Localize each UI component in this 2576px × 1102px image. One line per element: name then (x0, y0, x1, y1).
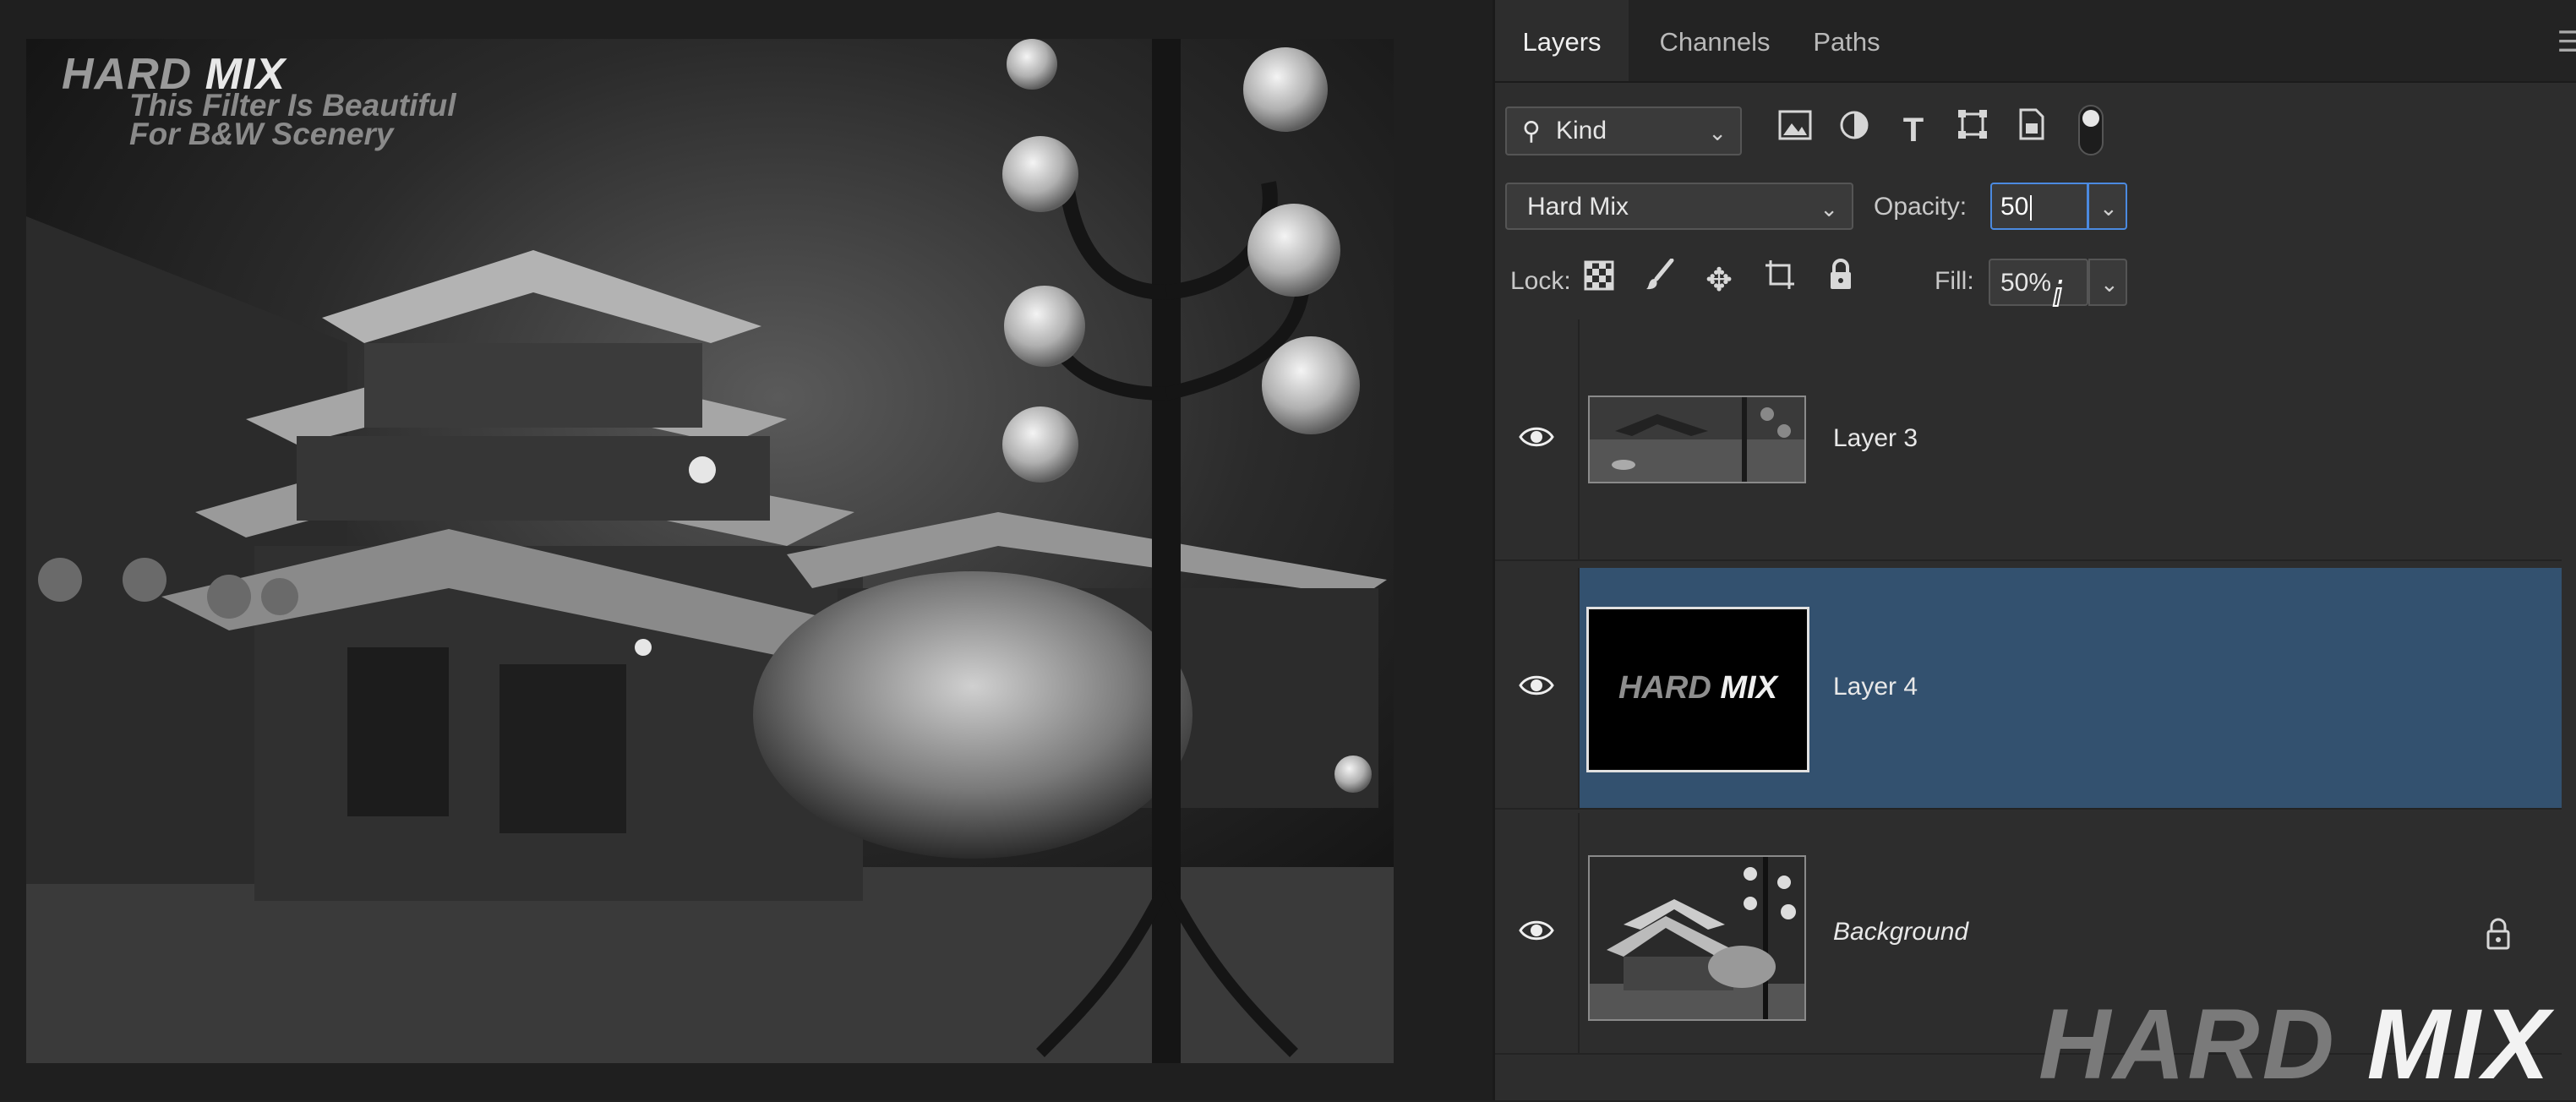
fill-input[interactable]: 50% ⅈ (1989, 259, 2088, 314)
eye-icon[interactable] (1519, 918, 1554, 943)
filter-toggle-switch[interactable] (2078, 105, 2104, 155)
text-cursor-icon: ⅈ (2051, 275, 2064, 314)
lock-position-move-icon[interactable]: ✥ (1698, 259, 1740, 303)
watermark-hard: HARD (2038, 989, 2337, 1100)
shape-filter-icon[interactable] (1951, 108, 1994, 152)
lock-all-icon[interactable] (1820, 259, 1862, 303)
visibility-column (1495, 319, 1580, 559)
filter-kind-label: Kind (1556, 117, 1607, 145)
temple-scene-illustration (26, 39, 1394, 1063)
layer-3-thumbnail (1588, 396, 1806, 483)
type-filter-icon[interactable]: T (1892, 108, 1935, 152)
thumb-text-mix: MIX (1720, 670, 1777, 706)
overlay-subtitle-line2: For B&W Scenery (129, 117, 394, 151)
artwork-image[interactable]: HARD MIX This Filter Is Beautiful For B&… (26, 39, 1394, 1063)
blend-mode-dropdown[interactable]: Hard Mix ⌄ (1505, 183, 1853, 230)
opacity-label: Opacity: (1874, 193, 1967, 221)
lock-transparent-pixels-icon[interactable] (1578, 259, 1620, 303)
blend-mode-value: Hard Mix (1527, 193, 1629, 221)
filter-kind-dropdown[interactable]: ⚲ Kind ⌄ (1505, 106, 1742, 155)
eye-icon[interactable] (1519, 673, 1554, 698)
layer-3-name[interactable]: Layer 3 (1833, 424, 1918, 453)
background-lock-icon (2486, 918, 2511, 957)
layer-row-layer-3[interactable]: Layer 3 (1495, 319, 2562, 561)
lock-artboard-crop-icon[interactable] (1759, 259, 1801, 303)
eye-icon[interactable] (1519, 424, 1554, 450)
watermark-mix: MIX (2366, 989, 2552, 1100)
chevron-down-icon: ⌄ (1708, 120, 1727, 145)
layer-row-layer-4[interactable]: HARD MIX Layer 4 (1495, 568, 2562, 810)
background-thumbnail (1588, 855, 1806, 1021)
opacity-dropdown-button[interactable]: ⌄ (2088, 183, 2127, 230)
chevron-down-icon: ⌄ (1820, 196, 1838, 221)
smart-object-filter-icon[interactable] (2011, 108, 2053, 152)
layer-4-thumbnail: HARD MIX (1586, 607, 1809, 772)
search-icon: ⚲ (1522, 117, 1541, 145)
chevron-down-icon: ⌄ (2100, 271, 2119, 297)
background-layer-name[interactable]: Background (1833, 918, 1968, 947)
thumb-text-hard: HARD (1618, 670, 1711, 706)
adjustment-filter-icon[interactable] (1833, 108, 1875, 152)
lock-label: Lock: (1510, 267, 1571, 295)
layer-4-thumbnail-text: HARD MIX (1589, 670, 1807, 706)
document-canvas-area[interactable]: HARD MIX This Filter Is Beautiful For B&… (0, 0, 1493, 1100)
visibility-column (1495, 813, 1580, 1053)
image-filter-icon[interactable] (1774, 108, 1816, 152)
lock-image-pixels-brush-icon[interactable] (1639, 258, 1681, 303)
layer-4-name[interactable]: Layer 4 (1833, 673, 1918, 701)
visibility-column (1495, 568, 1580, 808)
fill-value: 50% (2000, 269, 2052, 297)
hard-mix-watermark: HARD MIX (2038, 987, 2551, 1102)
opacity-value: 50 (2000, 193, 2029, 221)
tab-paths[interactable]: Paths (1796, 0, 1897, 81)
fill-label: Fill: (1935, 267, 1974, 295)
fill-dropdown-button[interactable]: ⌄ (2088, 259, 2127, 306)
tab-channels[interactable]: Channels (1639, 0, 1791, 81)
layers-panel: Layers Channels Paths ☰ ⚲ Kind ⌄ T Hard … (1493, 0, 2576, 1100)
panel-tab-bar: Layers Channels Paths ☰ (1495, 0, 2576, 83)
panel-menu-icon[interactable]: ☰ (2557, 25, 2576, 59)
tab-layers[interactable]: Layers (1495, 0, 1629, 81)
text-caret (2030, 195, 2033, 221)
opacity-input[interactable]: 50 (1990, 183, 2088, 230)
chevron-down-icon: ⌄ (2099, 195, 2118, 221)
layers-list: Layer 3 HARD MIX Layer 4 Background (1495, 319, 2576, 1100)
